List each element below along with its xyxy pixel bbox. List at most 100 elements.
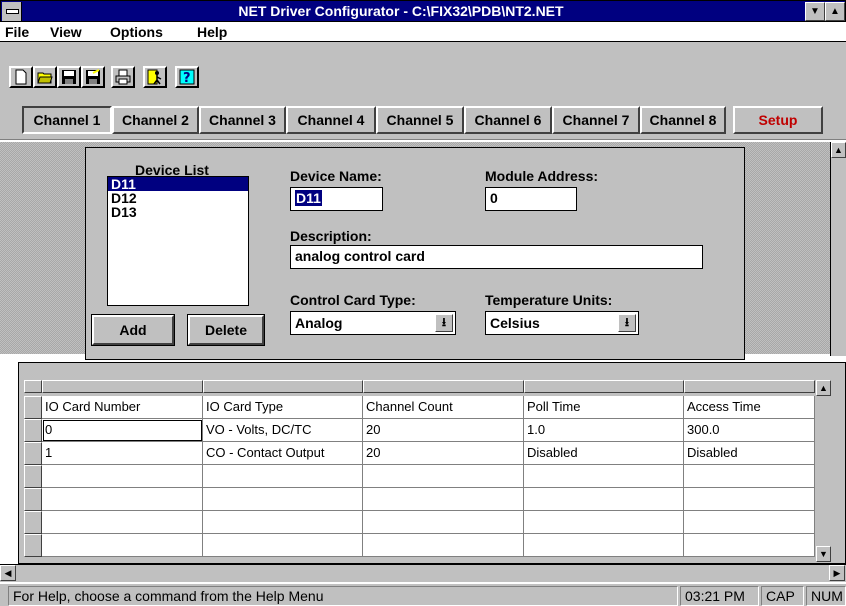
row-header[interactable]: [24, 534, 42, 557]
tab-channel-3[interactable]: Channel 3: [199, 106, 286, 134]
save-all-icon[interactable]: [81, 66, 105, 88]
empty-cell[interactable]: [524, 465, 684, 488]
title-bar[interactable]: NET Driver Configurator - C:\FIX32\PDB\N…: [0, 0, 846, 22]
save-icon[interactable]: [57, 66, 81, 88]
scroll-up-icon[interactable]: ▲: [831, 142, 846, 158]
cell-access-time[interactable]: 300.0: [684, 419, 815, 442]
device-name-field[interactable]: D11: [290, 187, 383, 211]
cell-io-card-number[interactable]: 1: [42, 442, 203, 465]
empty-cell[interactable]: [524, 534, 684, 557]
help-icon[interactable]: ?: [175, 66, 199, 88]
tab-channel-4[interactable]: Channel 4: [286, 106, 376, 134]
tab-channel-6[interactable]: Channel 6: [464, 106, 552, 134]
cell-io-card-type[interactable]: CO - Contact Output: [203, 442, 363, 465]
cell-io-card-number[interactable]: 0: [42, 419, 203, 442]
row-header[interactable]: [24, 488, 42, 511]
status-time: 03:21 PM: [680, 586, 759, 606]
column-header-bar[interactable]: [203, 380, 363, 393]
empty-cell[interactable]: [684, 511, 815, 534]
menu-view[interactable]: View: [50, 24, 82, 40]
row-header[interactable]: [24, 442, 42, 465]
maximize-button[interactable]: ▲: [825, 2, 845, 21]
column-header-bar[interactable]: [524, 380, 684, 393]
cell-io-card-type[interactable]: VO - Volts, DC/TC: [203, 419, 363, 442]
tab-channel-7[interactable]: Channel 7: [552, 106, 640, 134]
cell-poll-time[interactable]: 1.0: [524, 419, 684, 442]
device-panel: Device List D11 D12 D13 Add Delete Devic…: [85, 147, 745, 360]
delete-button[interactable]: Delete: [187, 314, 265, 346]
empty-cell[interactable]: [363, 534, 524, 557]
new-file-icon[interactable]: [9, 66, 33, 88]
row-header[interactable]: [24, 419, 42, 442]
empty-cell[interactable]: [203, 534, 363, 557]
status-message: For Help, choose a command from the Help…: [8, 586, 678, 606]
dropdown-arrow-icon[interactable]: ⭳: [618, 314, 636, 332]
module-address-label: Module Address:: [485, 168, 599, 184]
list-item[interactable]: D13: [108, 205, 248, 219]
cell-access-time[interactable]: Disabled: [684, 442, 815, 465]
empty-cell[interactable]: [684, 465, 815, 488]
column-header-bar[interactable]: [363, 380, 524, 393]
control-card-type-select[interactable]: Analog ⭳: [290, 311, 456, 335]
empty-cell[interactable]: [524, 488, 684, 511]
empty-cell[interactable]: [363, 465, 524, 488]
scroll-left-icon[interactable]: ◀: [0, 565, 16, 581]
open-folder-icon[interactable]: [33, 66, 57, 88]
list-item[interactable]: D11: [108, 177, 248, 191]
menu-help[interactable]: Help: [197, 24, 227, 40]
exit-icon[interactable]: [143, 66, 167, 88]
column-header-io-card-number: IO Card Number: [42, 396, 203, 419]
empty-cell[interactable]: [203, 488, 363, 511]
empty-cell[interactable]: [42, 511, 203, 534]
status-num: NUM: [806, 586, 846, 606]
empty-cell[interactable]: [363, 511, 524, 534]
device-list[interactable]: D11 D12 D13: [107, 176, 249, 306]
empty-cell[interactable]: [684, 488, 815, 511]
window-title: NET Driver Configurator - C:\FIX32\PDB\N…: [238, 3, 564, 19]
minimize-button[interactable]: ▼: [805, 2, 825, 21]
add-button[interactable]: Add: [91, 314, 175, 346]
menu-options[interactable]: Options: [110, 24, 163, 40]
tab-channel-2[interactable]: Channel 2: [112, 106, 199, 134]
description-field[interactable]: analog control card: [290, 245, 703, 269]
cell-poll-time[interactable]: Disabled: [524, 442, 684, 465]
channel-tab-bar: Channel 1 Channel 2 Channel 3 Channel 4 …: [0, 98, 846, 140]
column-header-io-card-type: IO Card Type: [203, 396, 363, 419]
setup-label: Setup: [758, 112, 798, 128]
column-header-bar[interactable]: [684, 380, 815, 393]
scroll-up-icon[interactable]: ▲: [816, 380, 831, 396]
column-header-bar[interactable]: [42, 380, 203, 393]
tab-channel-1[interactable]: Channel 1: [22, 106, 112, 134]
row-header[interactable]: [24, 465, 42, 488]
scroll-down-icon[interactable]: ▼: [816, 546, 831, 562]
device-name-value: D11: [295, 190, 322, 206]
temperature-units-label: Temperature Units:: [485, 292, 613, 308]
empty-cell[interactable]: [42, 534, 203, 557]
description-label: Description:: [290, 228, 372, 244]
dropdown-arrow-icon[interactable]: ⭳: [435, 314, 453, 332]
form-vertical-scrollbar[interactable]: ▲: [830, 142, 846, 356]
row-header[interactable]: [24, 511, 42, 534]
empty-cell[interactable]: [42, 488, 203, 511]
corner-header: [24, 380, 42, 393]
horizontal-scrollbar[interactable]: ◀ ▶: [0, 564, 846, 582]
scroll-right-icon[interactable]: ▶: [829, 565, 845, 581]
menu-file[interactable]: File: [5, 24, 29, 40]
list-item[interactable]: D12: [108, 191, 248, 205]
column-header-channel-count: Channel Count: [363, 396, 524, 419]
empty-cell[interactable]: [42, 465, 203, 488]
tab-channel-5[interactable]: Channel 5: [376, 106, 464, 134]
module-address-field[interactable]: 0: [485, 187, 577, 211]
row-header[interactable]: [24, 396, 42, 419]
setup-button[interactable]: Setup: [733, 106, 823, 134]
cell-channel-count[interactable]: 20: [363, 419, 524, 442]
empty-cell[interactable]: [684, 534, 815, 557]
empty-cell[interactable]: [524, 511, 684, 534]
cell-channel-count[interactable]: 20: [363, 442, 524, 465]
empty-cell[interactable]: [203, 511, 363, 534]
temperature-units-select[interactable]: Celsius ⭳: [485, 311, 639, 335]
empty-cell[interactable]: [203, 465, 363, 488]
empty-cell[interactable]: [363, 488, 524, 511]
tab-channel-8[interactable]: Channel 8: [640, 106, 726, 134]
print-icon[interactable]: [111, 66, 135, 88]
